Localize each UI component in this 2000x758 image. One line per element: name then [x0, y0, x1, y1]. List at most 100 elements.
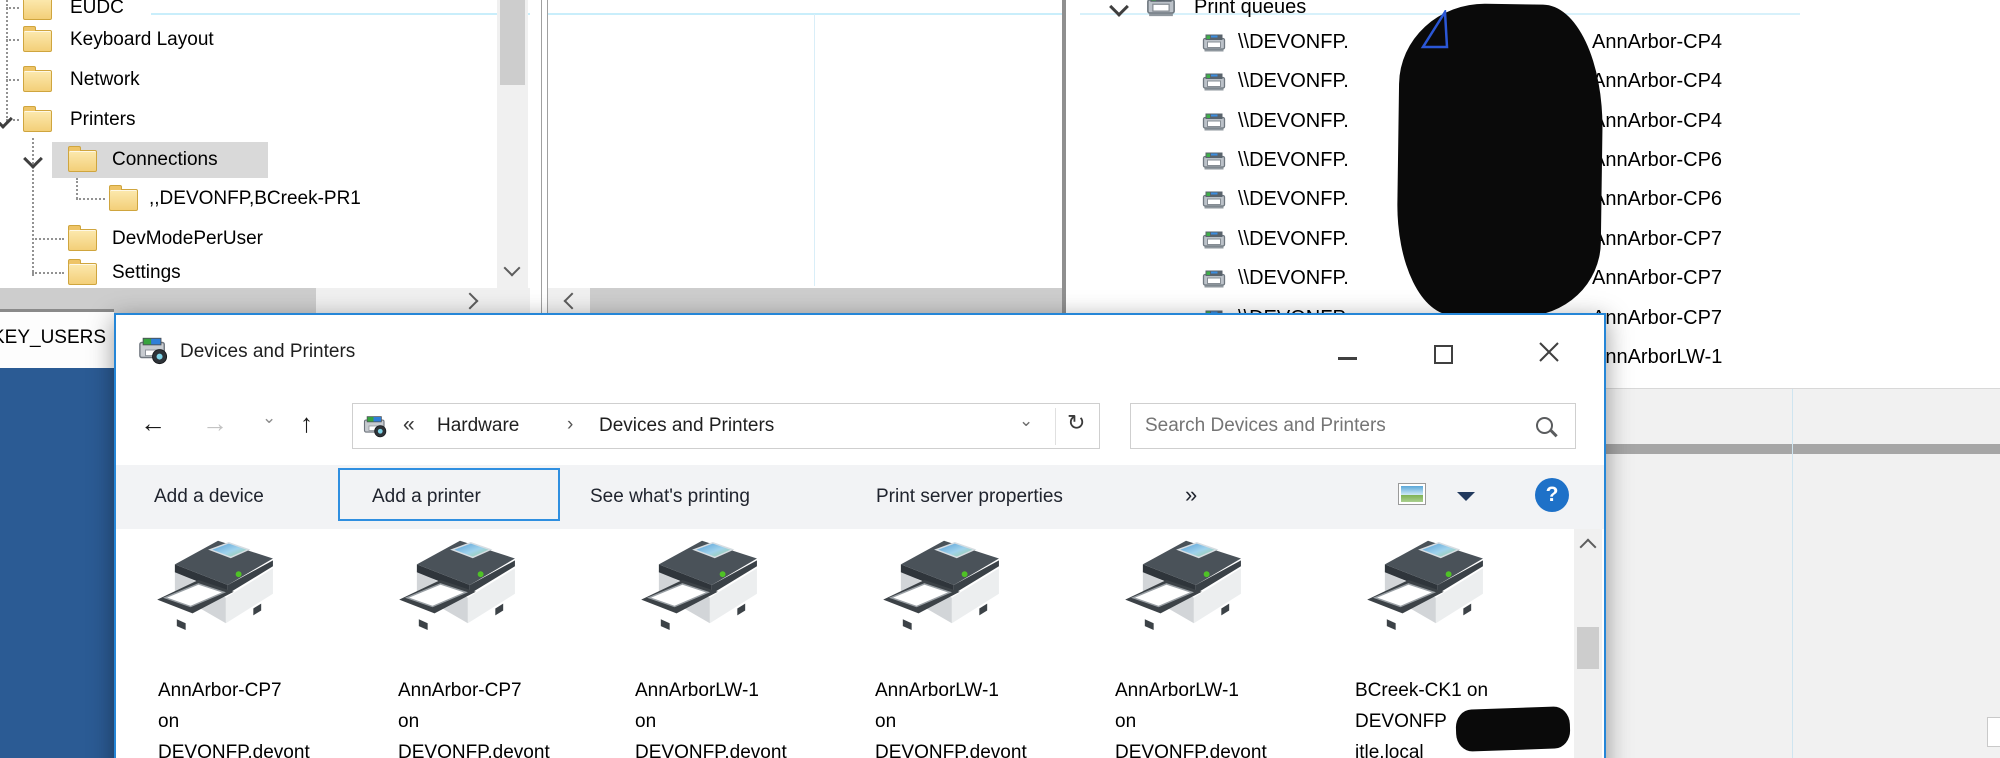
tree-guide-line — [32, 238, 64, 240]
back-button[interactable]: ← — [140, 410, 166, 436]
queue-server-prefix: \\DEVONFP. — [1238, 70, 1349, 92]
folder-icon — [23, 26, 52, 52]
background-workarea — [1602, 388, 2000, 758]
printer-icon — [1202, 72, 1226, 92]
status-strip: KEY_USERS — [0, 312, 114, 368]
queue-printer-name: AnnArbor-CP6 — [1592, 149, 1723, 171]
see-whats-printing-button[interactable]: See what's printing — [590, 485, 750, 509]
folder-icon — [68, 225, 97, 251]
middle-hscrollbar-thumb[interactable] — [590, 288, 1062, 313]
background-hscrollbar[interactable] — [1602, 444, 2000, 454]
folder-icon — [23, 0, 52, 20]
view-options-dropdown-icon[interactable] — [1457, 492, 1475, 501]
printer-name: on — [1115, 711, 1137, 732]
search-box[interactable]: Search Devices and Printers — [1130, 403, 1576, 449]
printer-icon — [1202, 190, 1226, 210]
folder-icon — [23, 106, 52, 132]
highlight-line — [548, 13, 1062, 15]
command-toolbar: Add a device Add a printer See what's pr… — [116, 465, 1604, 530]
tree-guide-line — [76, 198, 105, 200]
queue-root-label: Print queues — [1194, 0, 1307, 18]
printer-icon — [1202, 112, 1226, 132]
tree-guide-line — [6, 39, 19, 41]
printer-name: DEVONFP.devont — [158, 742, 310, 758]
window-title: Devices and Printers — [180, 341, 356, 362]
printer-name: AnnArborLW-1 — [1115, 680, 1239, 701]
printer-tile-label: AnnArborLW-1 on DEVONFP.devont — [1115, 675, 1267, 758]
address-dropdown-icon[interactable]: ⌄ — [1019, 409, 1033, 433]
search-icon[interactable] — [1536, 417, 1553, 434]
folder-icon — [68, 146, 97, 172]
window-vscrollbar-thumb[interactable] — [1577, 627, 1599, 669]
up-button[interactable]: ↑ — [300, 410, 313, 436]
tree-guide-line — [6, 7, 19, 9]
refresh-button[interactable]: ↻ — [1067, 411, 1085, 435]
tree-vscrollbar-thumb[interactable] — [500, 0, 525, 85]
queue-server-prefix: \\DEVONFP. — [1238, 31, 1349, 53]
printer-name: AnnArbor-CP7 — [398, 680, 522, 701]
panel-splitter[interactable] — [541, 0, 542, 313]
printer-icon — [1202, 230, 1226, 250]
printer-name: AnnArbor-CP7 — [158, 680, 282, 701]
tree-item-label: EUDC — [70, 0, 124, 18]
printer-name: DEVONFP.devont — [875, 742, 1027, 758]
queue-server-prefix: \\DEVONFP. — [1238, 188, 1349, 210]
printer-name: AnnArborLW-1 — [875, 680, 999, 701]
maximize-button[interactable] — [1420, 333, 1466, 367]
tree-guide-line — [6, 79, 19, 81]
queue-server-prefix: \\DEVONFP. — [1238, 267, 1349, 289]
view-thumbnail-icon — [1401, 486, 1423, 502]
address-bar[interactable]: « Hardware › Devices and Printers ⌄ ↻ — [352, 403, 1100, 449]
expander-printers-icon[interactable] — [0, 109, 13, 129]
printer-tile-label: AnnArbor-CP7 on DEVONFP.devont — [398, 675, 550, 758]
printer-tile-label: AnnArborLW-1 on DEVONFP.devont — [875, 675, 1027, 758]
address-bar-row: ← → ⌄ ↑ « Hardware › Devices and Printer… — [116, 397, 1604, 461]
breadcrumb-collapse-icon[interactable]: « — [403, 413, 415, 437]
title-bar[interactable]: Devices and Printers — [116, 315, 1604, 397]
help-button[interactable]: ? — [1535, 478, 1569, 512]
maximize-icon — [1434, 345, 1453, 364]
status-strip-gray — [0, 288, 114, 309]
devices-and-printers-window: Devices and Printers ← → ⌄ ↑ « Hardware … — [114, 313, 1606, 758]
middle-panel — [548, 0, 1062, 313]
expander-connections-icon[interactable] — [23, 149, 43, 169]
queue-printer-name: AnnArbor-CP4 — [1592, 110, 1723, 132]
add-a-device-button[interactable]: Add a device — [154, 485, 264, 509]
printer-name: on — [158, 711, 180, 732]
close-icon — [1539, 342, 1559, 362]
triangle-annotation — [1420, 10, 1449, 49]
printer-device-icon — [1365, 531, 1493, 633]
tree-item-label: Printers — [70, 109, 136, 130]
printer-device-icon — [397, 531, 525, 633]
address-divider — [1055, 408, 1056, 445]
recent-locations-dropdown[interactable]: ⌄ — [262, 405, 276, 431]
printer-name: AnnArborLW-1 — [635, 680, 759, 701]
print-server-properties-button[interactable]: Print server properties — [876, 485, 1063, 509]
printer-name: DEVONFP.devont — [1115, 742, 1267, 758]
queue-server-prefix: \\DEVONFP. — [1238, 149, 1349, 171]
search-input[interactable]: Search Devices and Printers — [1145, 414, 1386, 438]
printer-icon — [1202, 269, 1226, 289]
printer-icon — [1202, 151, 1226, 171]
panel-splitter[interactable] — [547, 0, 548, 313]
chevron-right-icon: › — [567, 414, 574, 435]
printer-icon — [1146, 0, 1176, 18]
pane-divider — [1792, 389, 1793, 758]
minimize-button[interactable] — [1324, 333, 1370, 367]
view-options-button[interactable] — [1398, 483, 1426, 505]
printer-device-icon — [881, 531, 1009, 633]
tree-item-label: DevModePerUser — [112, 228, 263, 249]
minimize-icon — [1338, 357, 1357, 360]
add-a-printer-button[interactable]: Add a printer — [372, 485, 481, 509]
redaction-marker — [1455, 706, 1571, 752]
breadcrumb-devices-and-printers[interactable]: Devices and Printers — [599, 414, 774, 438]
breadcrumb-hardware[interactable]: Hardware — [437, 414, 519, 438]
folder-icon — [68, 259, 97, 285]
printer-name: on — [635, 711, 657, 732]
folder-icon — [109, 185, 138, 211]
printer-name: on — [875, 711, 897, 732]
screenshot-root: EUDC Keyboard Layout Network Printers Co… — [0, 0, 2000, 758]
toolbar-overflow-button[interactable]: » — [1185, 483, 1197, 507]
close-button[interactable] — [1526, 333, 1572, 367]
forward-button[interactable]: → — [202, 410, 228, 436]
